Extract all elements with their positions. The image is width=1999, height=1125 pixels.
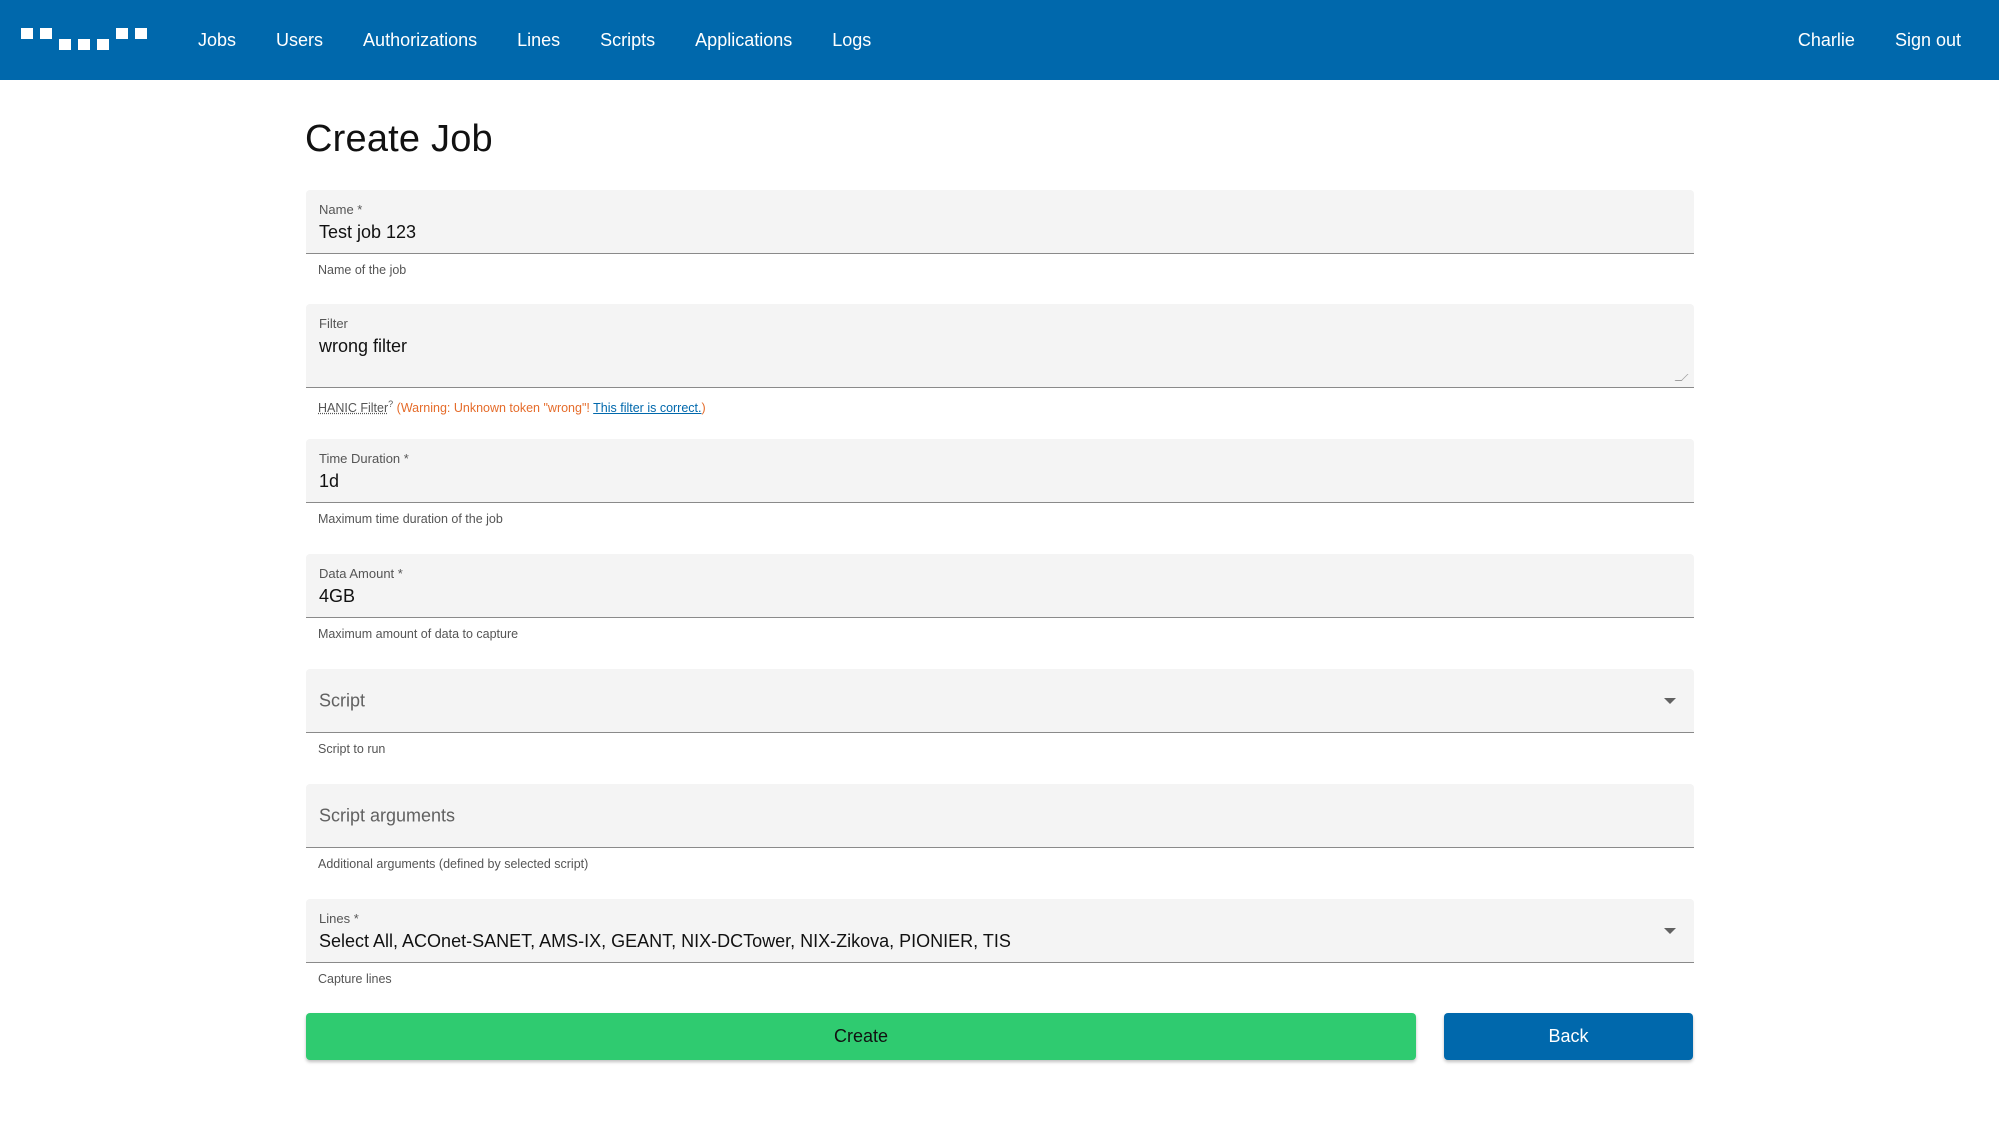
nav-user-area: Charlie Sign out <box>1778 0 1981 80</box>
data-amount-input[interactable]: 4GB <box>319 586 355 607</box>
hanic-filter-help[interactable]: HANIC Filter <box>318 401 388 415</box>
filter-field[interactable]: Filter wrong filter <box>306 304 1694 388</box>
script-placeholder: Script <box>319 690 366 710</box>
script-arguments-field[interactable]: Script arguments <box>306 784 1694 848</box>
resize-handle-icon[interactable] <box>1674 374 1689 381</box>
filter-warning: (Warning: Unknown token "wrong"! <box>396 401 590 416</box>
nav-link-users[interactable]: Users <box>256 30 343 51</box>
data-amount-label: Data Amount * <box>319 566 403 581</box>
nav-link-authorizations[interactable]: Authorizations <box>343 30 497 51</box>
name-helper: Name of the job <box>318 263 407 277</box>
time-duration-field[interactable]: Time Duration * 1d <box>306 439 1694 503</box>
dropdown-arrow-icon[interactable] <box>1664 927 1676 934</box>
name-input[interactable]: Test job 123 <box>319 222 416 243</box>
time-duration-label: Time Duration * <box>319 451 409 466</box>
nav-link-applications[interactable]: Applications <box>675 30 812 51</box>
nav-links: Jobs Users Authorizations Lines Scripts … <box>178 30 891 51</box>
filter-textarea[interactable]: wrong filter <box>319 336 407 357</box>
page-title: Create Job <box>305 118 493 160</box>
name-label: Name * <box>319 202 363 217</box>
filter-warning-close: ) <box>701 401 706 416</box>
script-helper: Script to run <box>318 742 386 756</box>
time-duration-helper: Maximum time duration of the job <box>318 512 503 526</box>
lines-value[interactable]: Select All, ACOnet-SANET, AMS-IX, GEANT,… <box>319 931 1011 952</box>
create-button[interactable]: Create <box>306 1013 1416 1060</box>
lines-helper: Capture lines <box>318 972 392 986</box>
top-navbar: Jobs Users Authorizations Lines Scripts … <box>0 0 1999 80</box>
user-menu-link[interactable]: Charlie <box>1778 30 1875 51</box>
lines-select[interactable]: Lines * Select All, ACOnet-SANET, AMS-IX… <box>306 899 1694 963</box>
nav-link-scripts[interactable]: Scripts <box>580 30 675 51</box>
script-arguments-helper: Additional arguments (defined by selecte… <box>318 857 589 871</box>
nav-link-jobs[interactable]: Jobs <box>178 30 256 51</box>
filter-label: Filter <box>319 316 348 331</box>
lines-label: Lines * <box>319 911 359 926</box>
data-amount-helper: Maximum amount of data to capture <box>318 627 519 641</box>
sign-out-link[interactable]: Sign out <box>1875 30 1981 51</box>
nav-link-logs[interactable]: Logs <box>812 30 891 51</box>
data-amount-field[interactable]: Data Amount * 4GB <box>306 554 1694 618</box>
back-button[interactable]: Back <box>1444 1013 1693 1060</box>
nav-link-lines[interactable]: Lines <box>497 30 580 51</box>
help-question-icon: ? <box>388 399 394 409</box>
logo-icon[interactable] <box>21 25 147 55</box>
name-field[interactable]: Name * Test job 123 <box>306 190 1694 254</box>
filter-helper: HANIC Filter? (Warning: Unknown token "w… <box>318 399 706 415</box>
script-select[interactable]: Script <box>306 669 1694 733</box>
dropdown-arrow-icon[interactable] <box>1664 697 1676 704</box>
script-arguments-input[interactable]: Script arguments <box>319 805 455 826</box>
filter-correct-link[interactable]: This filter is correct. <box>593 401 701 415</box>
time-duration-input[interactable]: 1d <box>319 471 339 492</box>
